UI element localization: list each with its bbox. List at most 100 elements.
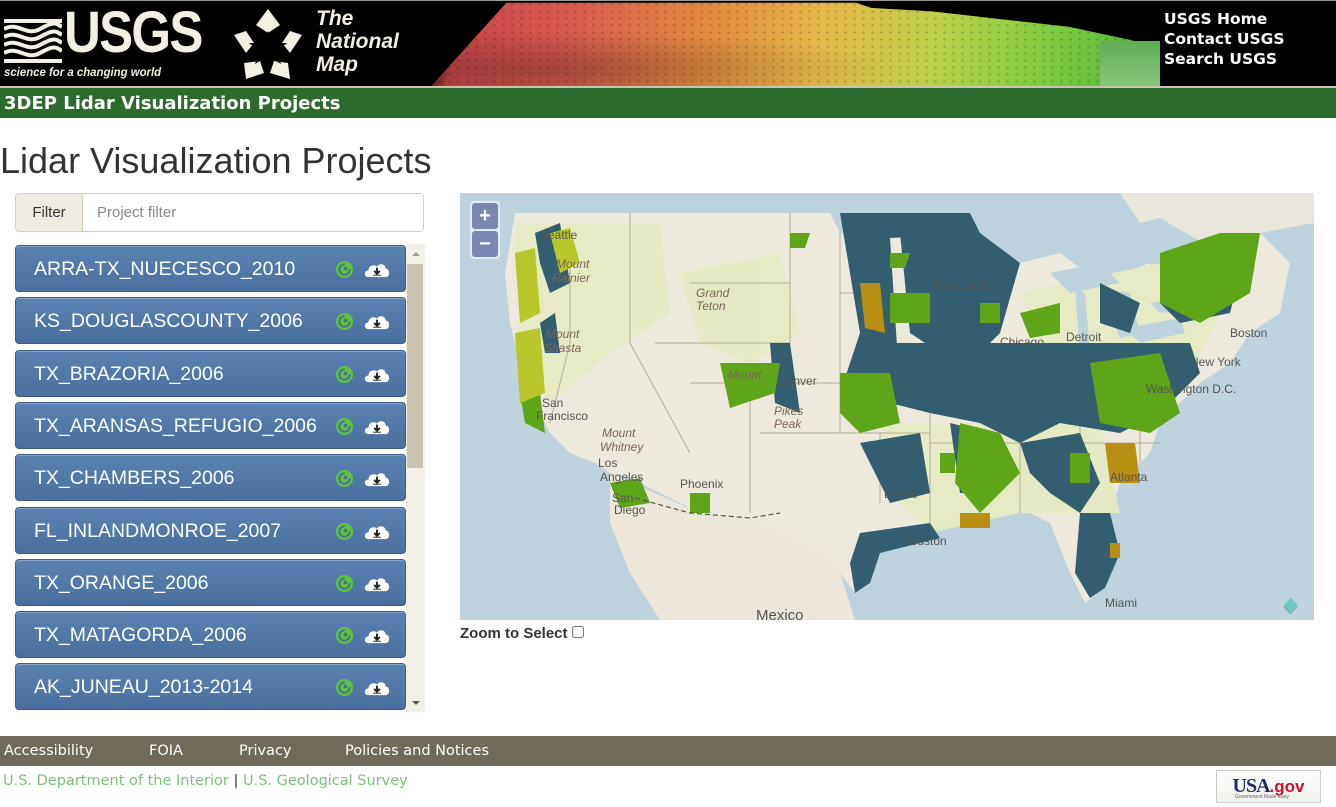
usgs-home-link[interactable]: USGS Home [1164, 9, 1285, 29]
search-usgs-link[interactable]: Search USGS [1164, 49, 1285, 69]
footer-link-foia[interactable]: FOIA [149, 743, 183, 759]
map-label-mexico: Mexico [756, 607, 804, 620]
tnm-line-3: Map [316, 53, 358, 76]
map-label-san-francisco-1: San [542, 396, 564, 410]
map-label-mount-rainier-2: Rainier [552, 271, 591, 285]
map-label-mount-whitney-1: Mount [602, 426, 636, 440]
lidar-banner-edge [1100, 41, 1160, 86]
visualize-icon[interactable] [335, 417, 354, 436]
cloud-download-icon[interactable] [362, 626, 392, 645]
scroll-up-arrow-icon[interactable] [406, 244, 425, 263]
cloud-download-icon[interactable] [362, 260, 392, 279]
map-label-seattle: Seattle [540, 228, 578, 242]
visualize-icon[interactable] [335, 678, 354, 697]
map-label-phoenix: Phoenix [680, 477, 724, 491]
usagov-tagline: Government Made Easy [1235, 794, 1289, 800]
cloud-download-icon[interactable] [362, 365, 392, 384]
map-label-dallas: Dallas [884, 487, 918, 501]
project-name: KS_DOUGLASCOUNTY_2006 [34, 310, 303, 332]
site-title-bar: 3DEP Lidar Visualization Projects [0, 86, 1336, 118]
map-label-new-york: New York [1190, 355, 1241, 369]
usgs-logo-text: USGS [64, 0, 203, 65]
map-label-mount-shasta-2: Shasta [544, 341, 582, 355]
map-label-san-francisco-2: Francisco [536, 409, 589, 423]
project-actions [335, 417, 392, 436]
footer-link-accessibility[interactable]: Accessibility [4, 743, 93, 759]
project-item[interactable]: KS_DOUGLASCOUNTY_2006 [15, 297, 406, 344]
header-links: USGS Home Contact USGS Search USGS [1164, 9, 1285, 69]
cloud-download-icon[interactable] [362, 417, 392, 436]
coverage-map[interactable]: Seattle Mount Rainier Mount Shasta Grand… [460, 193, 1314, 620]
scrollbar-thumb[interactable] [407, 264, 423, 468]
map-label-minneapolis: Minneapolis [930, 278, 995, 292]
project-name: TX_MATAGORDA_2006 [34, 624, 247, 646]
map-label-mount-rainier-1: Mount [556, 257, 590, 271]
map-label-mount-elbert: Mount [728, 368, 762, 382]
cloud-download-icon[interactable] [362, 469, 392, 488]
visualize-icon[interactable] [335, 260, 354, 279]
filter-label: Filter [16, 194, 83, 231]
zoom-out-button[interactable]: − [472, 231, 498, 257]
project-item[interactable]: TX_ARANSAS_REFUGIO_2006 [15, 402, 406, 449]
visualize-icon[interactable] [335, 312, 354, 331]
map-label-mount-shasta-1: Mount [546, 327, 580, 341]
map-label-denver: Denver [778, 374, 817, 388]
usgs-tagline: science for a changing world [4, 65, 162, 79]
cloud-download-icon[interactable] [362, 312, 392, 331]
project-item[interactable]: FL_INLANDMONROE_2007 [15, 507, 406, 554]
zoom-to-select-checkbox[interactable] [571, 625, 584, 638]
map-label-grand-teton-2: Teton [696, 299, 726, 313]
project-actions [335, 312, 392, 331]
zoom-to-select-label: Zoom to Select [460, 625, 568, 642]
project-list-scrollbar[interactable] [406, 244, 425, 712]
project-name: TX_ORANGE_2006 [34, 572, 209, 594]
project-item[interactable]: AK_JUNEAU_2013-2014 [15, 663, 406, 710]
visualize-icon[interactable] [335, 626, 354, 645]
project-actions [335, 574, 392, 593]
usgs-logo[interactable]: USGS science for a changing world [4, 3, 204, 81]
footer-separator: | [233, 773, 239, 789]
project-item[interactable]: TX_CHAMBERS_2006 [15, 454, 406, 501]
cloud-download-icon[interactable] [362, 574, 392, 593]
doi-link[interactable]: U.S. Department of the Interior [3, 773, 229, 789]
visualize-icon[interactable] [335, 469, 354, 488]
map-label-chicago: Chicago [1000, 335, 1045, 349]
project-item[interactable]: TX_MATAGORDA_2006 [15, 611, 406, 658]
project-name: ARRA-TX_NUECESCO_2010 [34, 258, 296, 280]
project-name: TX_CHAMBERS_2006 [34, 467, 235, 489]
project-list: ARRA-TX_NUECESCO_2010 KS_DOUGLASCOUNTY_20… [15, 244, 425, 712]
visualize-icon[interactable] [335, 574, 354, 593]
cloud-download-icon[interactable] [362, 678, 392, 697]
map-label-los-angeles-1: Los [598, 456, 618, 470]
project-filter-group: Filter [15, 193, 424, 232]
usagov-logo[interactable]: USA .gov Government Made Easy [1216, 770, 1321, 803]
header-banner: USGS science for a changing world The Na… [0, 0, 1336, 86]
map-label-san-diego-2: Diego [614, 503, 646, 517]
project-item[interactable]: ARRA-TX_NUECESCO_2010 [15, 245, 406, 292]
map-label-miami: Miami [1105, 596, 1137, 610]
cloud-download-icon[interactable] [362, 522, 392, 541]
usgs-link[interactable]: U.S. Geological Survey [243, 773, 408, 789]
project-item[interactable]: TX_ORANGE_2006 [15, 559, 406, 606]
zoom-in-button[interactable]: + [472, 203, 498, 229]
project-actions [335, 678, 392, 697]
map-label-los-angeles-2: Angeles [600, 470, 644, 484]
project-name: FL_INLANDMONROE_2007 [34, 520, 282, 542]
visualize-icon[interactable] [335, 365, 354, 384]
contact-usgs-link[interactable]: Contact USGS [1164, 29, 1285, 49]
site-title: 3DEP Lidar Visualization Projects [4, 93, 341, 114]
map-label-detroit: Detroit [1066, 330, 1102, 344]
map-label-pikes-peak-2: Peak [774, 417, 802, 431]
footer-link-policies[interactable]: Policies and Notices [345, 743, 489, 759]
scroll-down-arrow-icon[interactable] [406, 693, 425, 712]
visualize-icon[interactable] [335, 522, 354, 541]
project-name: TX_ARANSAS_REFUGIO_2006 [34, 415, 317, 437]
project-name: TX_BRAZORIA_2006 [34, 363, 224, 385]
footer-bar: Accessibility FOIA Privacy Policies and … [0, 736, 1336, 766]
footer-link-privacy[interactable]: Privacy [239, 743, 292, 759]
tnm-line-2: National [316, 30, 399, 53]
project-filter-input[interactable] [83, 194, 423, 231]
project-actions [335, 522, 392, 541]
project-item[interactable]: TX_BRAZORIA_2006 [15, 350, 406, 397]
project-actions [335, 626, 392, 645]
